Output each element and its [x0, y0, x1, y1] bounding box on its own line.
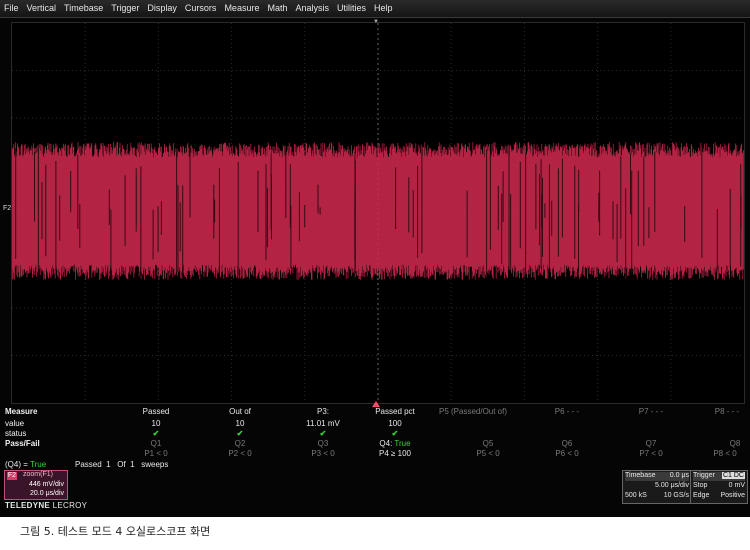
brand-name: TELEDYNE [5, 501, 51, 510]
q5-condition: P5 < 0 [476, 449, 500, 458]
measure-label: Measure [5, 407, 38, 416]
trigger-type-row: Edge Positive [693, 492, 745, 501]
status-p3-check-icon: ✔ [319, 429, 327, 438]
q6-name[interactable]: Q6 [532, 439, 602, 448]
measure-status-row: status ✔ ✔ ✔ ✔ [0, 429, 750, 439]
menu-file[interactable]: File [0, 0, 23, 17]
q4-label: Q4: [379, 439, 393, 448]
waveform-display [12, 23, 744, 403]
trigger-position-top-icon: ▼ [373, 19, 379, 25]
passfail-label: Pass/Fail [5, 439, 40, 448]
timebase-header: Timebase 0.0 μs [625, 472, 689, 481]
figure-caption: 그림 5. 테스트 모드 4 오실로스코프 화면 [20, 525, 211, 538]
brand-sub: LECROY [52, 501, 88, 510]
trigger-descriptor[interactable]: Trigger C1 DC Stop 0 mV Edge Positive [690, 470, 748, 504]
status-p4-check-icon: ✔ [391, 429, 399, 438]
q7-condition: P7 < 0 [639, 449, 663, 458]
timebase-rate: 10 GS/s [663, 492, 689, 499]
measure-value-row: value 10 10 11.01 mV 100 [0, 419, 750, 429]
menu-cursors[interactable]: Cursors [181, 0, 221, 17]
measure-header-p8[interactable]: P8 - - - [692, 407, 750, 416]
waveform-trace-f2 [12, 142, 744, 280]
value-p3: 11.01 mV [306, 419, 340, 428]
q4-status-value: True [29, 460, 47, 469]
measure-header-p3[interactable]: P3: [288, 407, 358, 416]
timebase-descriptor[interactable]: Timebase 0.0 μs 5.00 μs/div 500 kS 10 GS… [622, 470, 692, 504]
q3-name[interactable]: Q3 [288, 439, 358, 448]
q8-condition: P8 < 0 [713, 449, 737, 458]
menu-measure[interactable]: Measure [220, 0, 263, 17]
q2-condition: P2 < 0 [228, 449, 252, 458]
oscilloscope-screen: File Vertical Timebase Trigger Display Cursor… [0, 0, 750, 517]
timebase-rate-row: 500 kS 10 GS/s [625, 492, 689, 501]
measure-header-p4[interactable]: Passed pct [360, 407, 430, 416]
menu-math[interactable]: Math [263, 0, 291, 17]
menu-vertical[interactable]: Vertical [23, 0, 61, 17]
q6-condition: P6 < 0 [555, 449, 579, 458]
measure-header-p1[interactable]: Passed [121, 407, 191, 416]
channel-descriptor-f2[interactable]: F2 zoom(F1) 446 mV/div 20.0 μs/div [4, 470, 68, 500]
channel-tag: F2 [7, 472, 17, 480]
passfail-conditions-row: P1 < 0 P2 < 0 P3 < 0 P4 ≥ 100 P5 < 0 P6 … [0, 449, 750, 459]
passfail-names-row: Pass/Fail Q1 Q2 Q3 Q4: True Q5 Q6 Q7 Q8 [0, 439, 750, 449]
trigger-type: Edge [693, 492, 710, 499]
sweeps-count: Passed 1 Of 1 sweeps [75, 460, 169, 469]
q7-name[interactable]: Q7 [616, 439, 686, 448]
q4-condition: P4 ≥ 100 [379, 449, 411, 458]
menu-display[interactable]: Display [143, 0, 181, 17]
trigger-source-tag: C1 DC [721, 472, 745, 479]
q3-condition: P3 < 0 [311, 449, 335, 458]
menu-timebase[interactable]: Timebase [60, 0, 107, 17]
q4-status-label: (Q4) = [5, 460, 28, 469]
status-p2-check-icon: ✔ [236, 429, 244, 438]
q2-name[interactable]: Q2 [205, 439, 275, 448]
measure-header-row: Measure Passed Out of P3: Passed pct P5 … [0, 407, 750, 417]
q1-condition: P1 < 0 [144, 449, 168, 458]
menu-bar: File Vertical Timebase Trigger Display Cursor… [0, 0, 750, 18]
value-label: value [5, 419, 25, 428]
value-p2: 10 [235, 419, 245, 428]
timebase-delay: 0.0 μs [669, 472, 689, 479]
trigger-mode: Stop [693, 482, 708, 489]
brand-logo: TELEDYNE LECROY [5, 501, 87, 510]
trigger-title: Trigger [693, 472, 715, 479]
timebase-samples: 500 kS [625, 492, 647, 499]
measure-header-p5[interactable]: P5 (Passed/Out of) [428, 407, 518, 416]
measure-header-p6[interactable]: P6 - - - [532, 407, 602, 416]
timebase-tdiv: 5.00 μs/div [655, 482, 689, 489]
status-label: status [5, 429, 27, 438]
trigger-level: 0 mV [728, 482, 745, 489]
channel-vdiv: 446 mV/div [28, 481, 64, 488]
measure-table: Measure Passed Out of P3: Passed pct P5 … [0, 406, 750, 458]
timebase-tdiv-row: 5.00 μs/div [625, 482, 689, 491]
measure-header-p2[interactable]: Out of [205, 407, 275, 416]
trace-marker[interactable]: F2 [3, 205, 11, 212]
status-p1-check-icon: ✔ [152, 429, 160, 438]
timebase-title: Timebase [625, 472, 656, 479]
trigger-header: Trigger C1 DC [693, 472, 745, 481]
q4-value: True [394, 439, 411, 448]
trigger-slope: Positive [720, 492, 745, 499]
q8-name[interactable]: Q8 [700, 439, 750, 448]
q4-status: (Q4) = True [5, 460, 46, 469]
menu-utilities[interactable]: Utilities [333, 0, 370, 17]
menu-analysis[interactable]: Analysis [291, 0, 333, 17]
trigger-mode-row: Stop 0 mV [693, 482, 745, 491]
q5-name[interactable]: Q5 [453, 439, 523, 448]
q1-name[interactable]: Q1 [121, 439, 191, 448]
channel-tdiv: 20.0 μs/div [30, 490, 64, 497]
value-p4: 100 [388, 419, 402, 428]
channel-source: zoom(F1) [23, 471, 53, 478]
value-p1: 10 [151, 419, 161, 428]
waveform-grid[interactable] [11, 22, 745, 404]
menu-help[interactable]: Help [370, 0, 397, 17]
measure-header-p7[interactable]: P7 - - - [616, 407, 686, 416]
q4-name[interactable]: Q4: True [360, 439, 430, 448]
menu-trigger[interactable]: Trigger [107, 0, 143, 17]
